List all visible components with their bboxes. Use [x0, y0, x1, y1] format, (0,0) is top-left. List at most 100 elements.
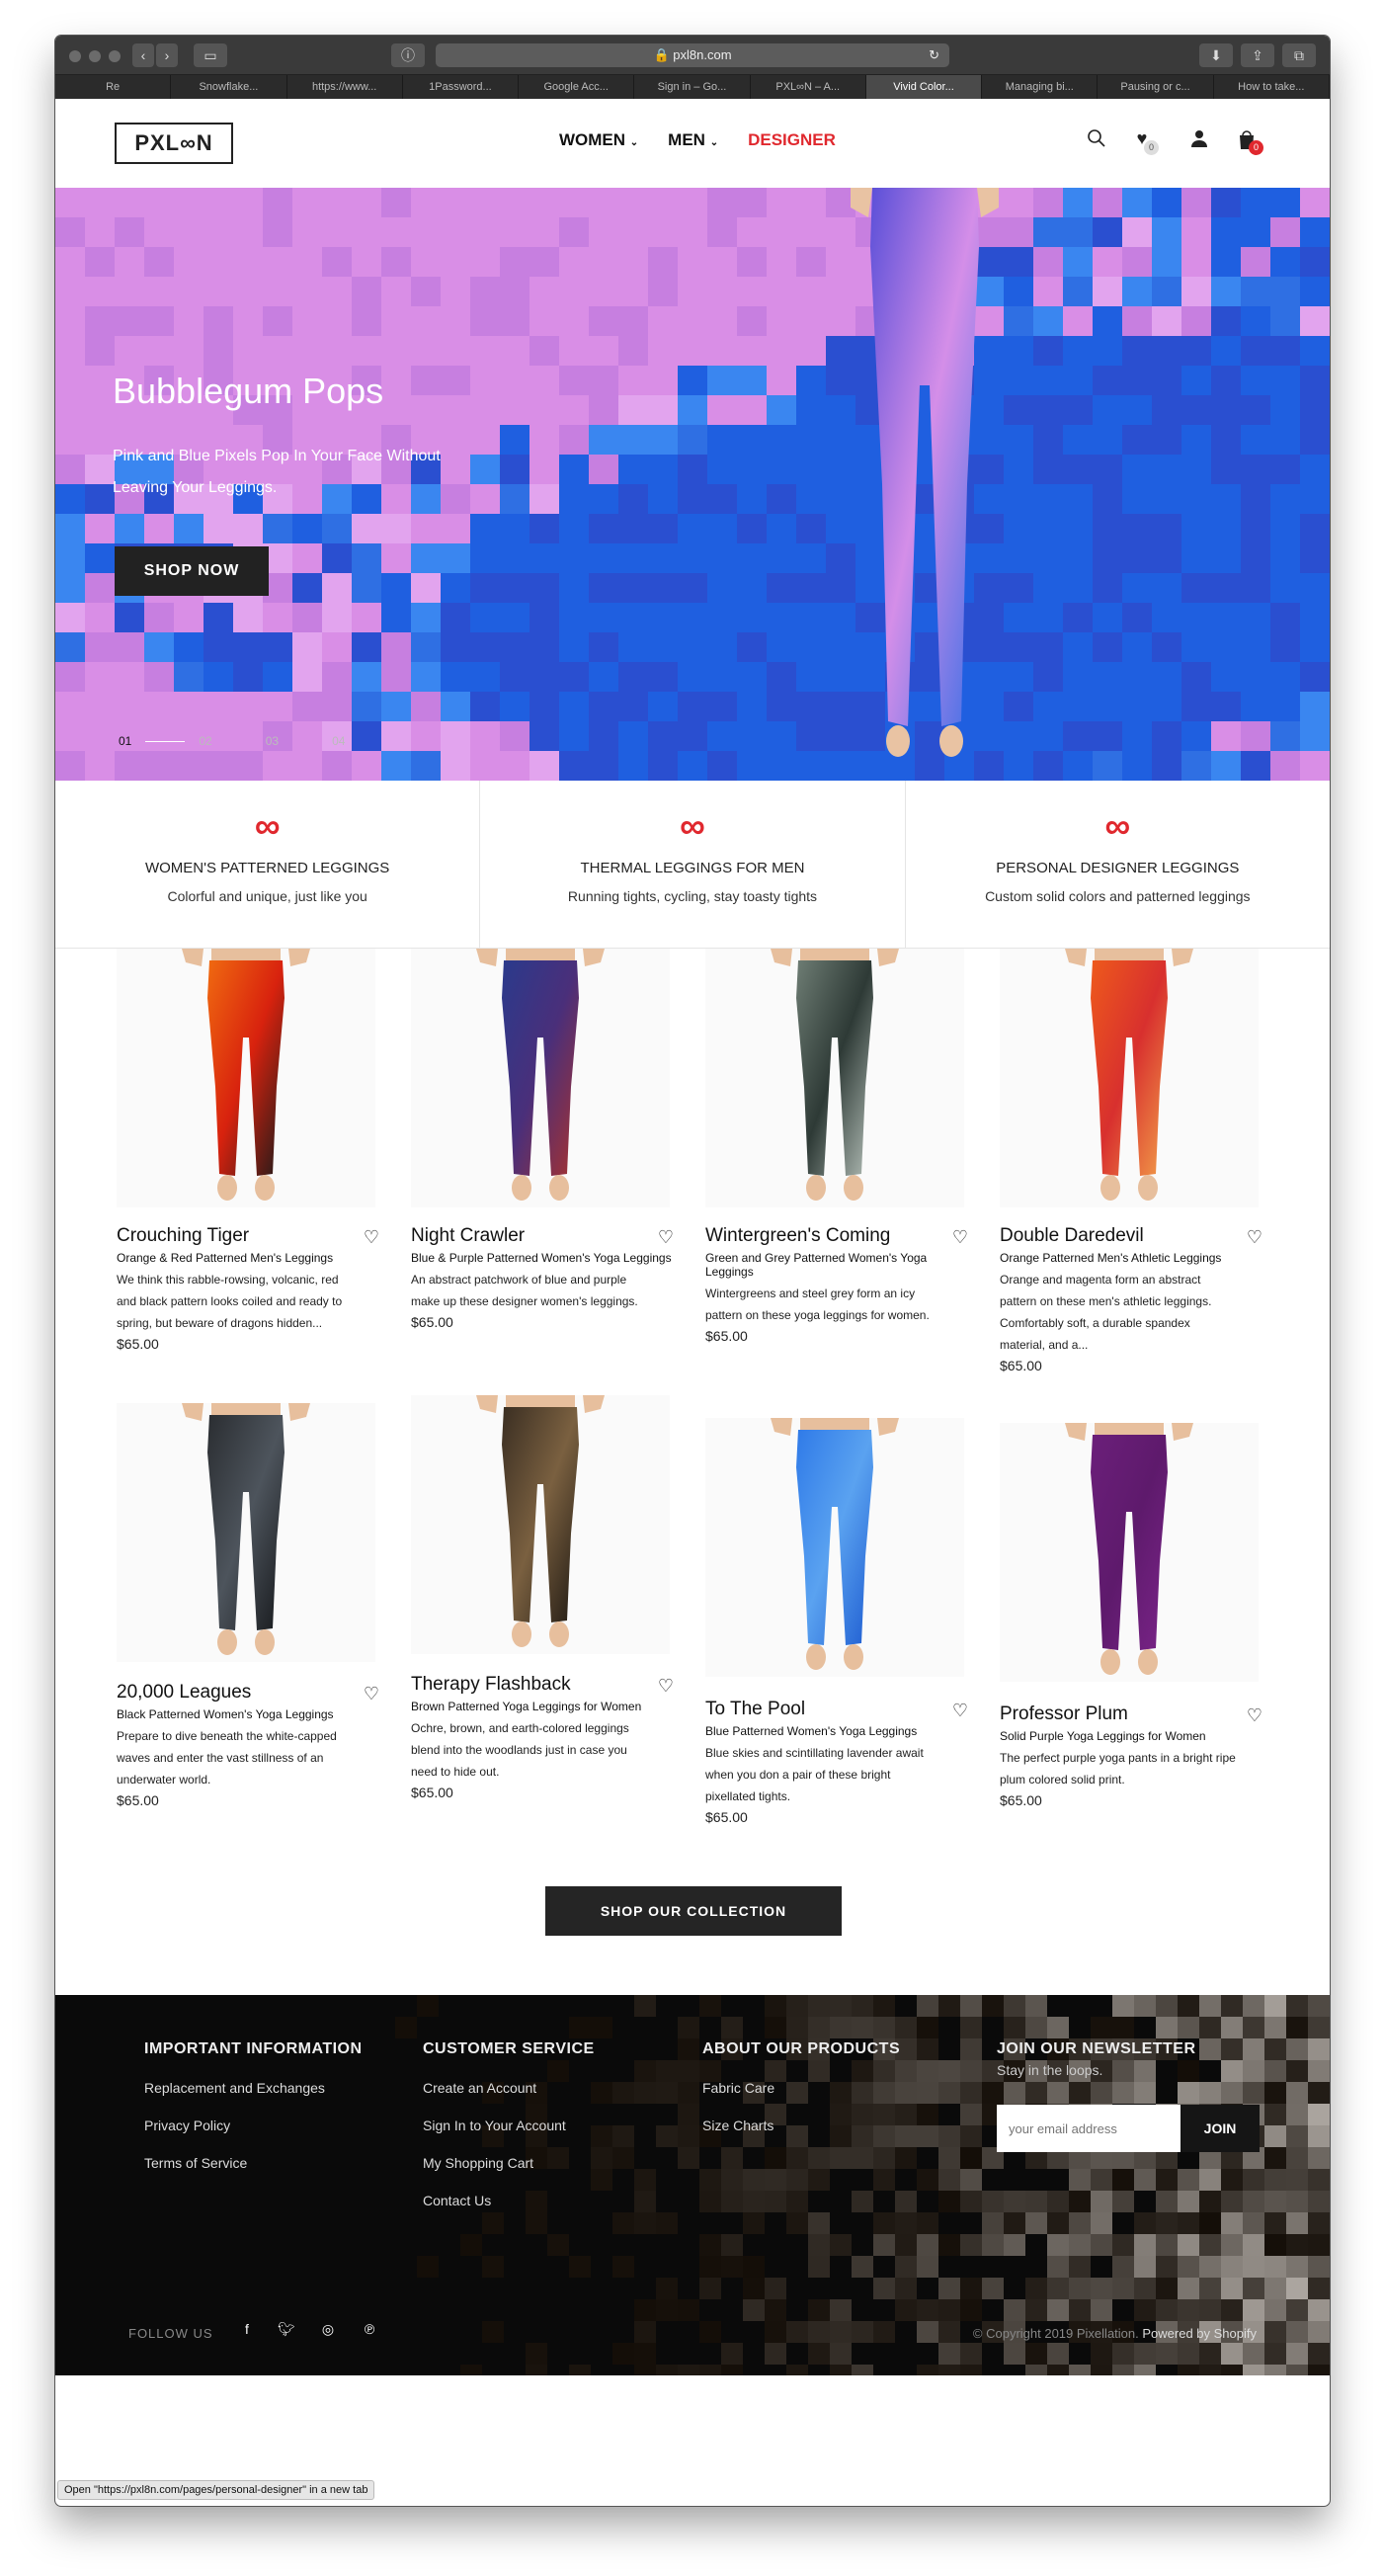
footer-link-create-account[interactable]: Create an Account [423, 2080, 595, 2096]
product-image[interactable] [705, 949, 964, 1207]
footer-link-cart[interactable]: My Shopping Cart [423, 2155, 595, 2171]
product-image[interactable] [117, 949, 375, 1207]
browser-tab[interactable]: Pausing or c... [1098, 75, 1214, 99]
browser-tab[interactable]: https://www... [287, 75, 403, 99]
product-card[interactable]: ♡ Night Crawler Blue & Purple Patterned Wo… [411, 949, 678, 1330]
facebook-icon[interactable]: f [237, 2321, 257, 2337]
product-price: $65.00 [117, 1792, 159, 1808]
product-card[interactable]: ♡ 20,000 Leagues Black Patterned Women's Y… [117, 1403, 383, 1808]
product-image[interactable] [1000, 1423, 1259, 1682]
wishlist-heart-icon[interactable]: ♡ [658, 1227, 674, 1248]
slide-indicator-1[interactable]: 01 [119, 734, 131, 748]
product-card[interactable]: ♡ To The Pool Blue Patterned Women's Yoga … [705, 1418, 972, 1825]
product-card[interactable]: ♡ Professor Plum Solid Purple Yoga Legging… [1000, 1423, 1266, 1808]
footer-link-sign-in[interactable]: Sign In to Your Account [423, 2118, 595, 2133]
product-image[interactable] [705, 1418, 964, 1677]
wishlist-heart-icon[interactable]: ♡ [952, 1227, 968, 1248]
product-card[interactable]: ♡ Wintergreen's Coming Green and Grey Patt… [705, 949, 972, 1344]
footer-link-privacy[interactable]: Privacy Policy [144, 2118, 363, 2133]
product-image[interactable] [411, 949, 670, 1207]
powered-by-link[interactable]: Powered by Shopify [1142, 2326, 1257, 2341]
footer-link-size-charts[interactable]: Size Charts [702, 2118, 900, 2133]
nav-designer[interactable]: DESIGNER [748, 130, 836, 150]
address-bar[interactable]: 🔒 pxl8n.com ↻ [436, 43, 949, 67]
category-thermal-men[interactable]: ∞ THERMAL LEGGINGS FOR MEN Running tight… [480, 781, 906, 948]
product-price: $65.00 [705, 1328, 748, 1344]
product-type: Black Patterned Women's Yoga Leggings [117, 1707, 334, 1721]
product-name[interactable]: Therapy Flashback [411, 1674, 678, 1696]
product-description: Prepare to dive beneath the white-capped… [117, 1729, 337, 1787]
browser-tab[interactable]: Vivid Color... [865, 75, 983, 99]
twitter-icon[interactable]: 🐦︎ [277, 2321, 296, 2338]
sidebar-toggle-button[interactable]: ▭ [194, 43, 227, 67]
product-card[interactable]: ♡ Crouching Tiger Orange & Red Patterned M… [117, 949, 383, 1352]
category-personal-designer[interactable]: ∞ PERSONAL DESIGNER LEGGINGS Custom soli… [906, 781, 1330, 948]
pinterest-icon[interactable]: ℗ [360, 2321, 379, 2337]
product-price: $65.00 [117, 1336, 159, 1352]
chevron-down-icon: ⌄ [629, 137, 639, 148]
minimize-window-button[interactable] [89, 50, 101, 62]
forward-button[interactable]: › [156, 43, 178, 67]
shop-collection-button[interactable]: SHOP OUR COLLECTION [545, 1886, 842, 1936]
product-description: An abstract patchwork of blue and purple… [411, 1273, 638, 1308]
product-price: $65.00 [411, 1314, 453, 1330]
browser-tab[interactable]: PXL∞N – A... [751, 75, 866, 99]
tabs-overview-icon[interactable]: ⧉ [1282, 43, 1316, 67]
wishlist-icon[interactable]: ♥ 0 [1130, 128, 1159, 155]
shop-now-button[interactable]: SHOP NOW [115, 546, 269, 596]
slide-indicator-2[interactable]: 02 [199, 734, 211, 748]
browser-tab[interactable]: Sign in – Go... [634, 75, 751, 99]
product-description: Ochre, brown, and earth-colored leggings… [411, 1721, 629, 1779]
product-name[interactable]: To The Pool [705, 1699, 972, 1720]
newsletter-email-input[interactable] [997, 2105, 1180, 2152]
leggings-image [476, 1395, 605, 1647]
browser-tab[interactable]: How to take... [1214, 75, 1330, 99]
browser-tab[interactable]: 1Password... [403, 75, 520, 99]
back-button[interactable]: ‹ [132, 43, 154, 67]
reload-icon[interactable]: ↻ [929, 43, 939, 67]
share-icon[interactable]: ⇪ [1241, 43, 1274, 67]
product-name[interactable]: 20,000 Leagues [117, 1682, 383, 1703]
wishlist-heart-icon[interactable]: ♡ [952, 1701, 968, 1721]
instagram-icon[interactable]: ◎ [318, 2321, 338, 2338]
close-window-button[interactable] [69, 50, 81, 62]
cart-icon[interactable]: 0 [1235, 128, 1263, 155]
product-image[interactable] [1000, 949, 1259, 1207]
footer-link-contact[interactable]: Contact Us [423, 2193, 595, 2208]
download-icon[interactable]: ⬇ [1199, 43, 1233, 67]
browser-tab[interactable]: Snowflake... [171, 75, 287, 99]
site-footer: IMPORTANT INFORMATION Replacement and Ex… [55, 1995, 1330, 2375]
product-name[interactable]: Crouching Tiger [117, 1225, 383, 1247]
footer-link-replacement[interactable]: Replacement and Exchanges [144, 2080, 363, 2096]
wishlist-heart-icon[interactable]: ♡ [364, 1684, 379, 1704]
product-name[interactable]: Professor Plum [1000, 1703, 1266, 1725]
browser-tab[interactable]: Google Acc... [519, 75, 635, 99]
browser-tab[interactable]: Managing bi... [982, 75, 1099, 99]
privacy-report-icon[interactable]: ⓘ [391, 43, 425, 67]
footer-link-terms[interactable]: Terms of Service [144, 2155, 363, 2171]
product-image[interactable] [411, 1395, 670, 1654]
wishlist-heart-icon[interactable]: ♡ [1247, 1227, 1262, 1248]
search-icon[interactable] [1085, 128, 1108, 152]
wishlist-heart-icon[interactable]: ♡ [658, 1676, 674, 1697]
product-image[interactable] [117, 1403, 375, 1662]
account-icon[interactable] [1187, 128, 1211, 152]
browser-tab[interactable]: Re [55, 75, 172, 99]
wishlist-heart-icon[interactable]: ♡ [1247, 1705, 1262, 1726]
product-card[interactable]: ♡ Double Daredevil Orange Patterned Men's … [1000, 949, 1266, 1373]
product-type: Orange & Red Patterned Men's Leggings [117, 1251, 334, 1265]
newsletter-join-button[interactable]: JOIN [1180, 2105, 1260, 2152]
product-name[interactable]: Double Daredevil [1000, 1225, 1266, 1247]
category-womens-leggings[interactable]: ∞ WOMEN'S PATTERNED LEGGINGS Colorful an… [55, 781, 481, 948]
product-card[interactable]: ♡ Therapy Flashback Brown Patterned Yoga L… [411, 1395, 678, 1800]
product-name[interactable]: Wintergreen's Coming [705, 1225, 972, 1247]
slide-indicator-4[interactable]: 04 [332, 734, 345, 748]
nav-men[interactable]: MEN ⌄ [668, 130, 718, 150]
wishlist-heart-icon[interactable]: ♡ [364, 1227, 379, 1248]
footer-link-fabric-care[interactable]: Fabric Care [702, 2080, 900, 2096]
nav-women[interactable]: WOMEN ⌄ [559, 130, 638, 150]
zoom-window-button[interactable] [109, 50, 121, 62]
product-name[interactable]: Night Crawler [411, 1225, 678, 1247]
slide-indicator-3[interactable]: 03 [266, 734, 279, 748]
site-logo[interactable]: PXL∞N [115, 123, 233, 164]
